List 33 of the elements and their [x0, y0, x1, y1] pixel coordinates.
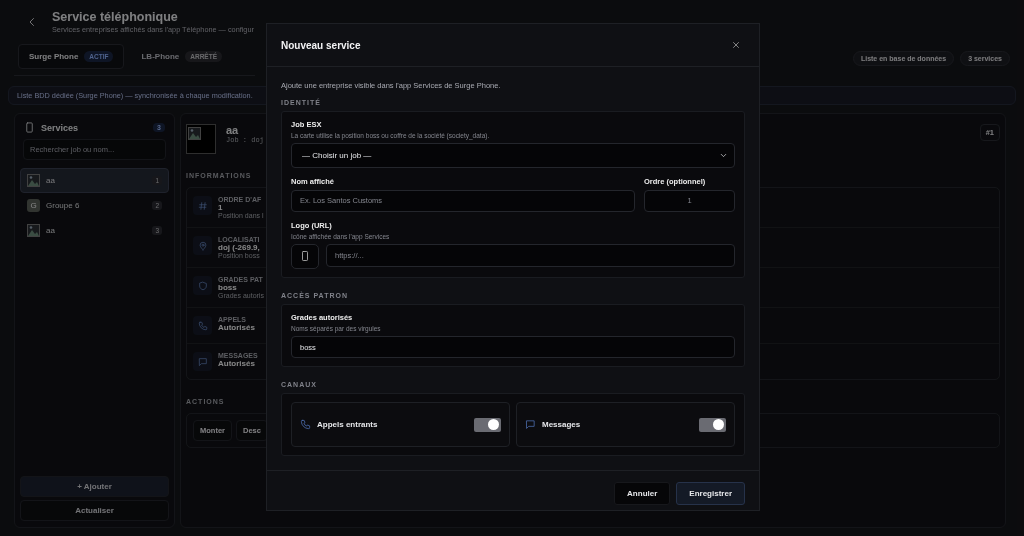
broken-image-icon [27, 174, 40, 187]
field-value: 1 [218, 203, 224, 212]
chevron-down-icon [719, 151, 728, 160]
phone-icon [300, 419, 311, 430]
message-icon [197, 356, 208, 367]
message-icon [525, 419, 536, 430]
hash-icon [197, 200, 208, 211]
modal-title: Nouveau service [281, 39, 361, 51]
sidebar-title: Services [41, 122, 80, 133]
toggle-switch[interactable] [699, 417, 726, 432]
broken-image-icon [27, 224, 40, 237]
shield-icon [197, 280, 208, 291]
logo-letter: G [27, 199, 40, 212]
service-name: aa [226, 124, 240, 136]
field-value: Autorisés [218, 323, 255, 332]
toggle-switch[interactable] [474, 417, 501, 432]
field-value: boss [218, 283, 238, 292]
cancel-button[interactable]: Annuler [614, 482, 671, 505]
broken-image-icon [188, 127, 201, 140]
phone-icon [197, 320, 208, 331]
location-pin-icon [197, 240, 208, 251]
page-title: Service téléphonique [52, 10, 179, 24]
save-button[interactable]: Enregistrer [676, 482, 745, 505]
channel-label: Messages [542, 420, 582, 429]
phone-device-icon [299, 250, 311, 262]
field-value: Autorisés [218, 359, 256, 368]
field-value: doj (-269.9, [218, 243, 260, 252]
sidebar-button[interactable]: Actualiser [20, 500, 169, 521]
close-icon [731, 40, 741, 50]
phone-device-icon [24, 122, 35, 133]
channel-label: Appels entrants [317, 420, 379, 429]
sidebar-button[interactable]: + Ajouter [20, 476, 169, 497]
job-select[interactable]: — Choisir un job — [291, 143, 735, 168]
